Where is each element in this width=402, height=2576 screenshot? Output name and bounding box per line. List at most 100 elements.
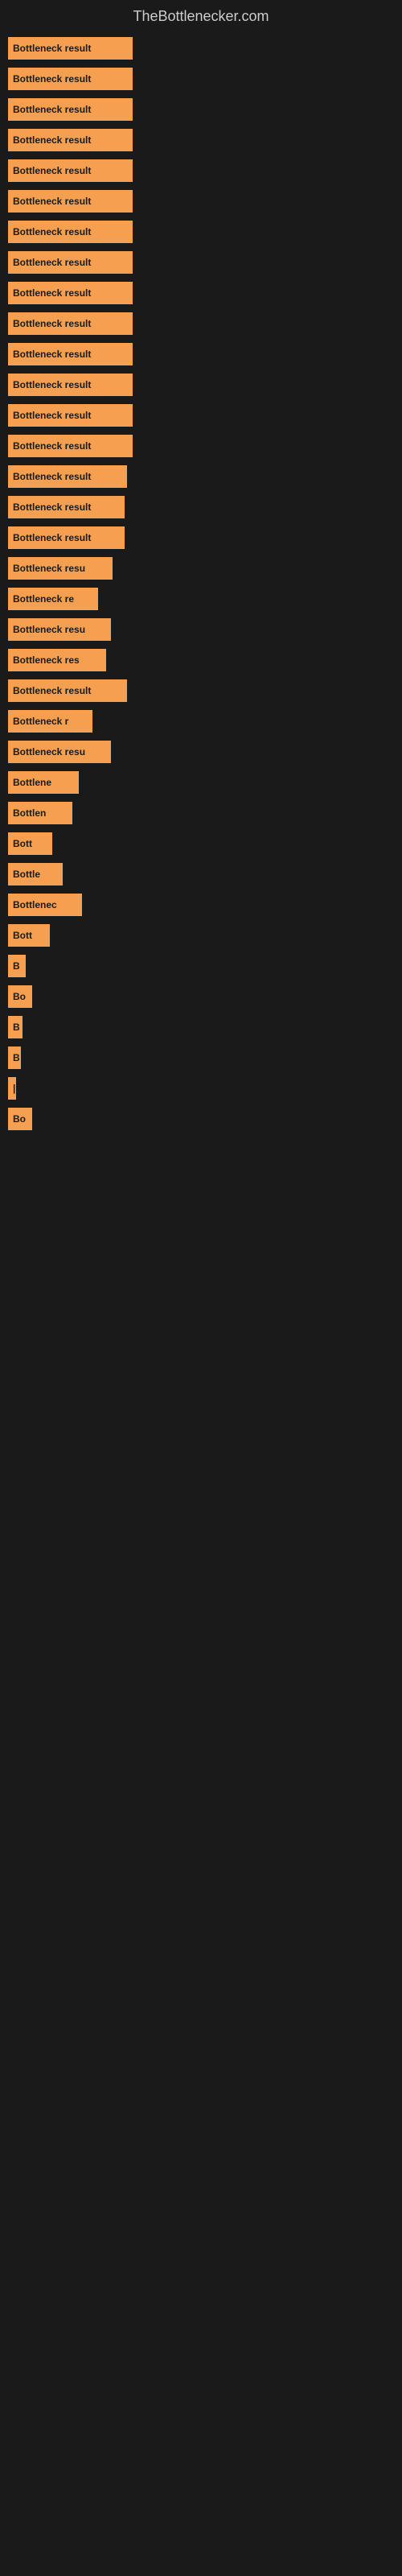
bar-row: Bottleneck result bbox=[8, 404, 394, 427]
bar-row: Bottlen bbox=[8, 802, 394, 824]
bar-row: Bottleneck result bbox=[8, 343, 394, 365]
bar-item[interactable]: Bottleneck r bbox=[8, 710, 92, 733]
bar-row: Bo bbox=[8, 1108, 394, 1130]
bar-row: Bottleneck result bbox=[8, 129, 394, 151]
bar-item[interactable]: Bottlene bbox=[8, 771, 79, 794]
bar-label: B bbox=[13, 960, 20, 972]
bar-item[interactable]: Bottleneck re bbox=[8, 588, 98, 610]
bar-item[interactable]: Bottleneck resu bbox=[8, 618, 111, 641]
bar-row: Bottleneck resu bbox=[8, 618, 394, 641]
bar-label: Bottleneck re bbox=[13, 593, 74, 605]
bar-row: Bottleneck result bbox=[8, 98, 394, 121]
bar-label: Bottleneck result bbox=[13, 502, 91, 513]
bar-item[interactable]: Bottle bbox=[8, 863, 63, 886]
bar-row: Bottleneck result bbox=[8, 526, 394, 549]
bar-row: Bottlene bbox=[8, 771, 394, 794]
bar-item[interactable]: Bottleneck resu bbox=[8, 741, 111, 763]
bar-item[interactable]: Bottleneck result bbox=[8, 282, 133, 304]
bar-item[interactable]: Bottleneck result bbox=[8, 190, 133, 213]
bar-label: Bottleneck result bbox=[13, 257, 91, 268]
bar-row: Bottleneck result bbox=[8, 679, 394, 702]
bar-label: Bottleneck resu bbox=[13, 563, 85, 574]
bar-item[interactable]: | bbox=[8, 1077, 16, 1100]
bar-row: Bott bbox=[8, 832, 394, 855]
bar-label: Bottle bbox=[13, 869, 40, 880]
bar-label: B bbox=[13, 1052, 20, 1063]
bar-row: Bottle bbox=[8, 863, 394, 886]
bar-row: Bottlenec bbox=[8, 894, 394, 916]
bar-label: Bottleneck result bbox=[13, 379, 91, 390]
bar-row: Bottleneck result bbox=[8, 159, 394, 182]
bar-label: Bottleneck resu bbox=[13, 746, 85, 758]
bar-label: Bottleneck result bbox=[13, 104, 91, 115]
bar-label: Bo bbox=[13, 1113, 26, 1125]
bar-item[interactable]: Bottleneck result bbox=[8, 68, 133, 90]
site-title: TheBottlenecker.com bbox=[0, 0, 402, 37]
bar-label: Bott bbox=[13, 838, 32, 849]
bar-item[interactable]: Bo bbox=[8, 1108, 32, 1130]
bar-label: Bottleneck r bbox=[13, 716, 68, 727]
bar-label: Bott bbox=[13, 930, 32, 941]
bar-item[interactable]: B bbox=[8, 1016, 23, 1038]
bar-row: Bottleneck result bbox=[8, 435, 394, 457]
bar-label: Bottleneck result bbox=[13, 410, 91, 421]
bar-label: Bottleneck resu bbox=[13, 624, 85, 635]
bar-row: Bottleneck result bbox=[8, 251, 394, 274]
bar-item[interactable]: Bo bbox=[8, 985, 32, 1008]
bar-row: B bbox=[8, 1046, 394, 1069]
bar-item[interactable]: Bottleneck res bbox=[8, 649, 106, 671]
bar-label: Bottleneck result bbox=[13, 440, 91, 452]
bar-item[interactable]: Bottleneck result bbox=[8, 37, 133, 60]
bar-label: Bottleneck result bbox=[13, 532, 91, 543]
bar-item[interactable]: B bbox=[8, 955, 26, 977]
bar-label: B bbox=[13, 1022, 20, 1033]
bar-label: Bottlene bbox=[13, 777, 51, 788]
bar-item[interactable]: Bottleneck result bbox=[8, 251, 133, 274]
bar-row: Bottleneck result bbox=[8, 496, 394, 518]
bar-label: Bottleneck result bbox=[13, 73, 91, 85]
bar-item[interactable]: Bottleneck result bbox=[8, 526, 125, 549]
bar-label: Bottleneck result bbox=[13, 165, 91, 176]
bar-item[interactable]: Bottleneck result bbox=[8, 496, 125, 518]
bar-item[interactable]: Bottleneck result bbox=[8, 98, 133, 121]
bar-item[interactable]: Bottleneck resu bbox=[8, 557, 113, 580]
bar-row: Bott bbox=[8, 924, 394, 947]
bar-item[interactable]: Bottleneck result bbox=[8, 465, 127, 488]
bar-item[interactable]: Bottleneck result bbox=[8, 343, 133, 365]
bar-label: Bottleneck result bbox=[13, 134, 91, 146]
bar-item[interactable]: Bottleneck result bbox=[8, 129, 133, 151]
bar-row: Bottleneck result bbox=[8, 312, 394, 335]
bar-label: Bottleneck result bbox=[13, 226, 91, 237]
bar-row: Bottleneck res bbox=[8, 649, 394, 671]
bar-label: Bottlenec bbox=[13, 899, 57, 910]
bar-label: Bottleneck result bbox=[13, 471, 91, 482]
bar-row: | bbox=[8, 1077, 394, 1100]
bar-row: Bottleneck resu bbox=[8, 741, 394, 763]
bar-item[interactable]: Bottleneck result bbox=[8, 435, 133, 457]
bar-row: Bottleneck re bbox=[8, 588, 394, 610]
bar-label: Bottleneck result bbox=[13, 287, 91, 299]
bar-label: Bottleneck res bbox=[13, 654, 80, 666]
bar-item[interactable]: Bottleneck result bbox=[8, 221, 133, 243]
bar-item[interactable]: Bott bbox=[8, 832, 52, 855]
bar-item[interactable]: Bott bbox=[8, 924, 50, 947]
bar-label: Bottleneck result bbox=[13, 196, 91, 207]
bar-item[interactable]: Bottleneck result bbox=[8, 312, 133, 335]
bar-row: Bottleneck result bbox=[8, 465, 394, 488]
bar-row: Bottleneck result bbox=[8, 68, 394, 90]
bar-item[interactable]: Bottlenec bbox=[8, 894, 82, 916]
bar-label: Bottleneck result bbox=[13, 349, 91, 360]
bar-item[interactable]: B bbox=[8, 1046, 21, 1069]
bar-item[interactable]: Bottleneck result bbox=[8, 374, 133, 396]
bars-container: Bottleneck result Bottleneck result Bottle… bbox=[0, 37, 402, 1138]
bar-label: Bottleneck result bbox=[13, 685, 91, 696]
bar-row: Bottleneck result bbox=[8, 374, 394, 396]
bar-row: Bottleneck r bbox=[8, 710, 394, 733]
bar-row: Bo bbox=[8, 985, 394, 1008]
bar-item[interactable]: Bottleneck result bbox=[8, 159, 133, 182]
bar-item[interactable]: Bottlen bbox=[8, 802, 72, 824]
bar-item[interactable]: Bottleneck result bbox=[8, 404, 133, 427]
bar-row: Bottleneck result bbox=[8, 37, 394, 60]
bar-row: B bbox=[8, 1016, 394, 1038]
bar-item[interactable]: Bottleneck result bbox=[8, 679, 127, 702]
